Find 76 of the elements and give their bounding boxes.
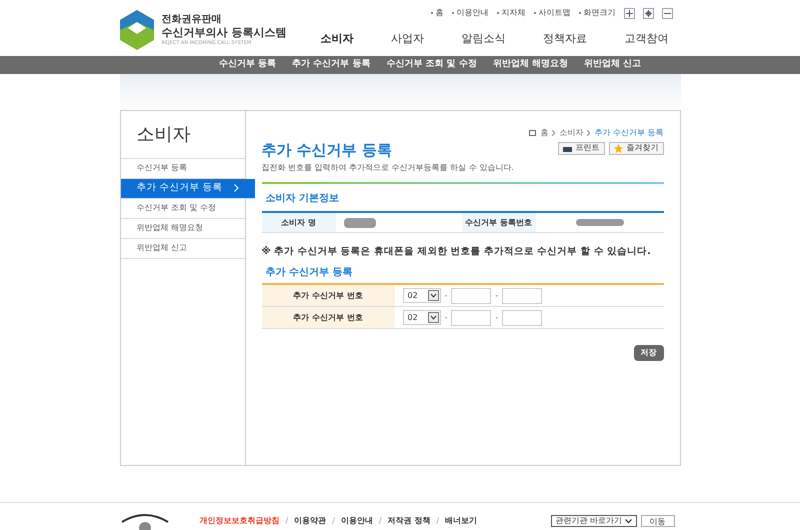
chevron-right-icon <box>234 184 238 192</box>
phone-number-input[interactable] <box>451 310 492 326</box>
section-title: 추가 수신거부 등록 <box>266 266 354 280</box>
sub-nav-link[interactable]: 수신거부 조회 및 수정 <box>386 58 477 72</box>
hexagon-logo-icon <box>120 10 154 50</box>
slash-separator: / <box>436 515 440 527</box>
dash-separator: - <box>495 290 498 302</box>
section-title: 소비자 기본정보 <box>266 192 340 206</box>
main-nav-tab[interactable]: 사업자 <box>391 31 424 48</box>
sidebar-item[interactable]: 위반업체 해명요청 <box>120 218 244 239</box>
footer-link[interactable]: 배너보기 <box>445 515 478 527</box>
sidebar-title: 소비자 <box>120 110 244 159</box>
utility-link[interactable]: 화면크기 <box>584 7 616 19</box>
footer-link[interactable]: 개인정보보호취급방침 <box>200 515 280 527</box>
dash-separator: - <box>444 290 448 302</box>
logo-title: 수신거부의사 등록시스템 <box>162 26 286 40</box>
zoom-reset-button[interactable] <box>642 8 654 18</box>
utility-link[interactable]: 홈 <box>436 7 444 19</box>
breadcrumb-link[interactable]: 홈 <box>540 126 548 139</box>
dash-separator: - <box>444 312 448 324</box>
zoom-in-button[interactable] <box>624 8 634 18</box>
star-icon <box>614 144 622 153</box>
page-title: 추가 수신거부 등록 <box>262 140 392 161</box>
phone-number-input[interactable] <box>451 288 492 304</box>
printer-icon <box>562 144 572 152</box>
chevron-right-icon <box>587 130 590 136</box>
redacted-value <box>344 218 376 228</box>
chevron-right-icon <box>552 130 556 136</box>
reset-icon <box>644 10 652 16</box>
notice-text: ※ 추가 수신거부 등록은 휴대폰을 제외한 번호를 추가적으로 수신거부 할 수 있습니다. <box>262 245 652 260</box>
redacted-value <box>576 219 624 226</box>
sidebar-item[interactable]: 위반업체 신고 <box>120 238 244 259</box>
dropdown-caret-icon <box>428 312 438 324</box>
plus-icon <box>626 10 632 16</box>
footer-link[interactable]: 이용안내 <box>340 515 373 527</box>
caret-icon <box>624 518 632 524</box>
phone-number-input[interactable] <box>502 288 542 304</box>
related-sites-select[interactable]: 관련기관 바로가기 <box>550 515 636 527</box>
sidebar-item[interactable]: 추가 수신거부 등록 <box>120 178 254 199</box>
table-header-cell: 소비자 명 <box>262 213 336 232</box>
main-nav-tab[interactable]: 고객참여 <box>624 31 668 48</box>
area-code-select[interactable]: 02 <box>402 288 440 304</box>
main-nav-tab[interactable]: 정책자료 <box>543 31 587 48</box>
logo-subtitle: 전화권유판매 <box>162 14 222 26</box>
breadcrumb-link[interactable]: 추가 수신거부 등록 <box>594 126 664 139</box>
area-code-select[interactable]: 02 <box>402 310 440 326</box>
sub-nav-link[interactable]: 추가 수신거부 등록 <box>292 58 370 72</box>
go-button[interactable]: 이동 <box>640 515 674 527</box>
bookmark-button[interactable]: 즐겨찾기 <box>608 142 664 155</box>
table-header-cell: 추가 수신거부 번호 <box>262 285 394 306</box>
footer-link[interactable]: 이용약관 <box>294 515 326 527</box>
sub-nav-link[interactable]: 수신거부 등록 <box>218 58 276 72</box>
phone-number-input[interactable] <box>502 310 542 326</box>
eye-logo-icon <box>120 512 170 530</box>
sidebar-item[interactable]: 수신거부 조회 및 수정 <box>120 198 244 219</box>
slash-separator: / <box>378 515 382 527</box>
slash-separator: / <box>286 515 288 527</box>
footer-link[interactable]: 저작권 정책 <box>388 515 430 527</box>
page-description: 집전화 번호를 입력하여 추가적으로 수신거부등록를 하실 수 있습니다. <box>262 162 515 174</box>
slash-separator: / <box>332 515 335 527</box>
breadcrumb-link[interactable]: 소비자 <box>559 126 584 139</box>
zoom-out-button[interactable] <box>662 8 672 18</box>
dropdown-caret-icon <box>428 290 438 302</box>
sub-nav-link[interactable]: 위반업체 신고 <box>584 58 642 72</box>
home-icon <box>529 130 536 136</box>
sub-nav-link[interactable]: 위반업체 해명요청 <box>492 58 568 72</box>
dash-separator: - <box>495 312 498 324</box>
table-header-cell: 수신거부 등록번호 <box>462 213 536 232</box>
utility-link[interactable]: 사이트맵 <box>538 7 570 19</box>
main-nav-tab[interactable]: 알림소식 <box>462 31 506 48</box>
save-button[interactable]: 저장 <box>634 345 664 362</box>
table-header-cell: 추가 수신거부 번호 <box>262 307 394 328</box>
utility-link[interactable]: 이용안내 <box>456 7 488 19</box>
print-button[interactable]: 프린트 <box>558 142 604 155</box>
main-nav-tab[interactable]: 소비자 <box>320 31 354 48</box>
utility-link[interactable]: 지자체 <box>502 7 526 19</box>
